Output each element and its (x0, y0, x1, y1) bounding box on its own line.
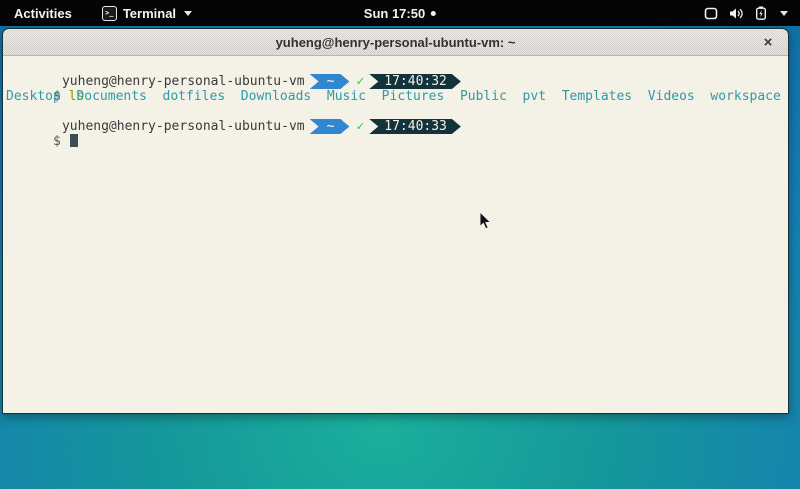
battery-charging-icon (755, 6, 767, 20)
prompt-line: yuheng@henry-personal-ubuntu-vm~✓17:40:3… (6, 104, 786, 119)
terminal-cursor (70, 134, 78, 147)
terminal-window: yuheng@henry-personal-ubuntu-vm: ~ × yuh… (2, 28, 789, 414)
close-icon[interactable]: × (758, 32, 778, 52)
volume-icon (729, 7, 744, 20)
prompt-user-host: yuheng@henry-personal-ubuntu-vm (62, 119, 305, 134)
display-icon (704, 7, 718, 20)
ls-output-line: Desktop Documents dotfiles Downloads Mus… (6, 89, 786, 104)
top-bar: Activities >_ Terminal Sun 17:50 (0, 0, 800, 26)
app-menu-label: Terminal (123, 6, 176, 21)
prompt-path-segment: ~ (310, 119, 350, 134)
check-icon: ✓ (356, 119, 364, 134)
clock-button[interactable]: Sun 17:50 (364, 0, 436, 26)
notification-dot-icon (431, 11, 436, 16)
chevron-down-icon (780, 11, 788, 16)
terminal-app-icon: >_ (102, 6, 117, 21)
prompt-path-segment: ~ (310, 74, 350, 89)
clock-label: Sun 17:50 (364, 6, 425, 21)
app-menu-terminal[interactable]: >_ Terminal (102, 6, 192, 21)
system-status-area[interactable] (700, 0, 792, 26)
activities-button[interactable]: Activities (10, 6, 76, 21)
check-icon: ✓ (356, 74, 364, 89)
prompt-dollar: $ (53, 134, 61, 149)
window-titlebar[interactable]: yuheng@henry-personal-ubuntu-vm: ~ × (3, 29, 788, 56)
chevron-down-icon (184, 11, 192, 16)
terminal-content[interactable]: yuheng@henry-personal-ubuntu-vm ~ ✓ 17:40:3… (3, 56, 788, 413)
prompt-time-segment: 17:40:33 (369, 119, 461, 134)
prompt-time-segment: 17:40:32 (369, 74, 461, 89)
prompt-line: yuheng@henry-personal-ubuntu-vm~✓17:40:3… (6, 59, 786, 74)
window-title: yuheng@henry-personal-ubuntu-vm: ~ (276, 35, 516, 50)
prompt-user-host: yuheng@henry-personal-ubuntu-vm (62, 74, 305, 89)
